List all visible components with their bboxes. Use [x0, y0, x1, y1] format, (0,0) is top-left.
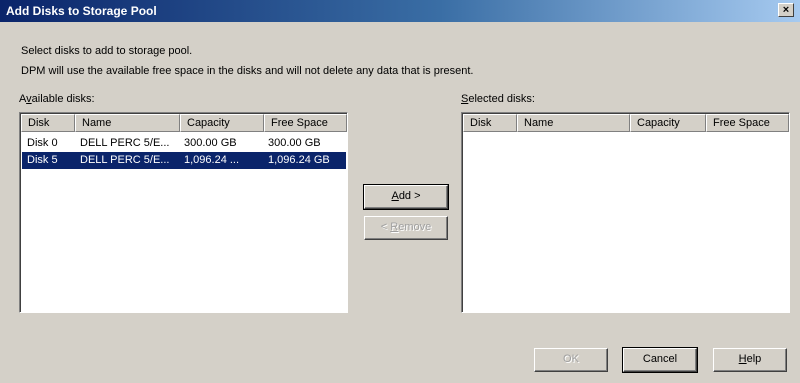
dialog-title: Add Disks to Storage Pool	[6, 4, 157, 18]
available-disks-list-body: Disk Name Capacity Free Space Disk 0 DEL…	[20, 113, 347, 312]
selected-disks-list[interactable]: Disk Name Capacity Free Space	[461, 112, 790, 313]
available-header-disk[interactable]: Disk	[21, 114, 75, 132]
intro-line-2: DPM will use the available free space in…	[21, 65, 474, 77]
selected-header-name[interactable]: Name	[517, 114, 630, 132]
row-name: DELL PERC 5/E...	[80, 154, 170, 166]
selected-disks-list-body: Disk Name Capacity Free Space	[462, 113, 789, 312]
available-disks-list[interactable]: Disk Name Capacity Free Space Disk 0 DEL…	[19, 112, 348, 313]
row-disk: Disk 0	[27, 137, 58, 149]
available-row-disk-5[interactable]: Disk 5 DELL PERC 5/E... 1,096.24 ... 1,0…	[22, 152, 346, 169]
title-bar[interactable]: Add Disks to Storage Pool ×	[0, 0, 800, 22]
row-name: DELL PERC 5/E...	[80, 137, 170, 149]
available-disks-label: Available disks:	[19, 93, 95, 105]
selected-header-free-space[interactable]: Free Space	[706, 114, 789, 132]
row-free-space: 1,096.24 GB	[268, 154, 330, 166]
remove-button[interactable]: < Remove	[364, 216, 448, 240]
available-row-disk-0[interactable]: Disk 0 DELL PERC 5/E... 300.00 GB 300.00…	[22, 135, 346, 152]
help-button[interactable]: Help	[713, 348, 787, 372]
cancel-button[interactable]: Cancel	[622, 347, 698, 373]
row-capacity: 300.00 GB	[184, 137, 237, 149]
row-disk: Disk 5	[27, 154, 58, 166]
close-icon: ×	[782, 4, 790, 16]
selected-header-disk[interactable]: Disk	[463, 114, 517, 132]
available-header-capacity[interactable]: Capacity	[180, 114, 264, 132]
available-header-free-space[interactable]: Free Space	[264, 114, 347, 132]
selected-header-capacity[interactable]: Capacity	[630, 114, 706, 132]
add-button[interactable]: Add >	[363, 184, 449, 210]
add-disks-dialog: Add Disks to Storage Pool × Select disks…	[0, 0, 800, 383]
selected-disks-label: Selected disks:	[461, 93, 535, 105]
ok-button[interactable]: OK	[534, 348, 608, 372]
row-capacity: 1,096.24 ...	[184, 154, 240, 166]
row-free-space: 300.00 GB	[268, 137, 321, 149]
available-header-name[interactable]: Name	[75, 114, 180, 132]
intro-line-1: Select disks to add to storage pool.	[21, 45, 193, 57]
close-button[interactable]: ×	[778, 3, 794, 17]
